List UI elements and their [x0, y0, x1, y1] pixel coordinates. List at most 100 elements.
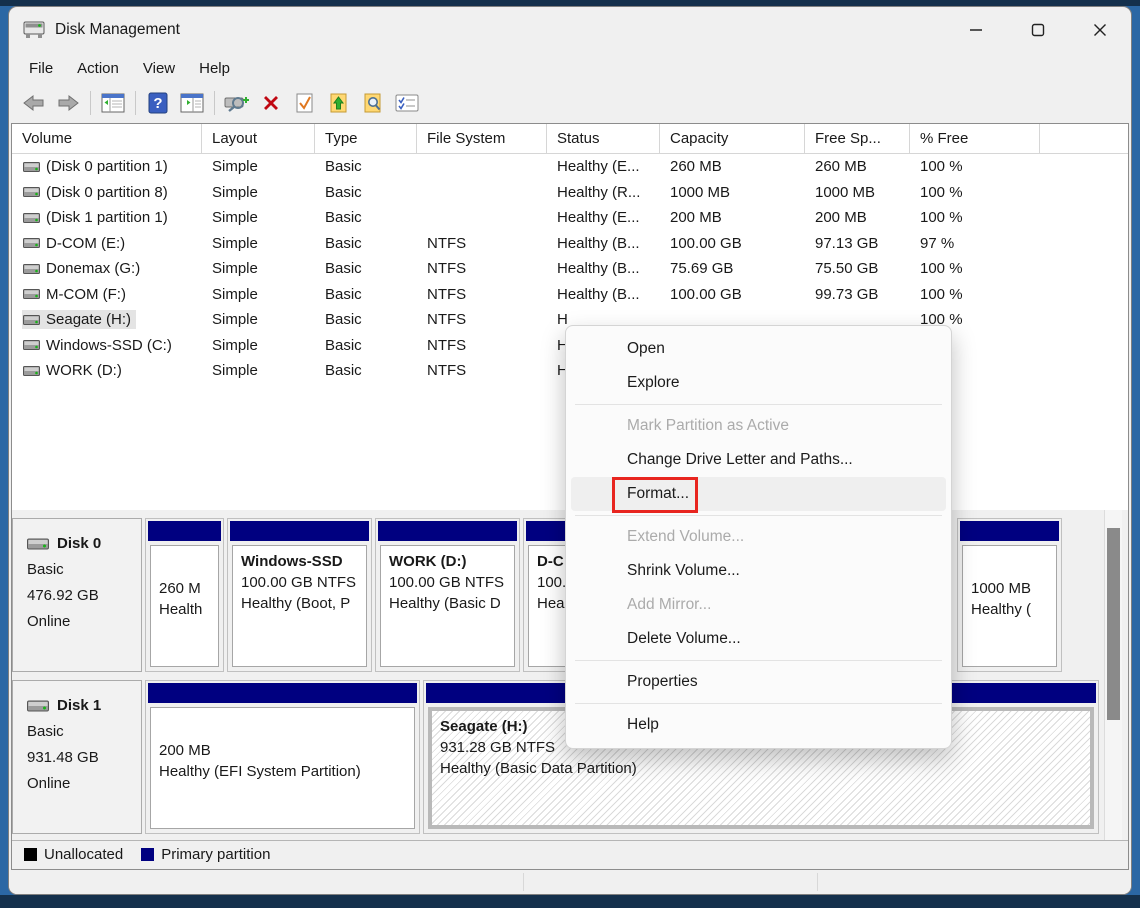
- scrollbar-thumb[interactable]: [1107, 528, 1120, 720]
- toolbar-action-pane-button[interactable]: [175, 88, 209, 118]
- volume-pct-free: 100 %: [910, 286, 1040, 303]
- drive-icon: [23, 237, 40, 249]
- volume-status: Healthy (B...: [547, 260, 660, 277]
- title-bar: Disk Management: [9, 7, 1131, 53]
- disk-status: Online: [27, 771, 141, 797]
- drive-icon: [23, 212, 40, 224]
- drive-icon: [23, 365, 40, 377]
- volume-status: Healthy (E...: [547, 209, 660, 226]
- partition-recovery-1000mb[interactable]: 1000 MB Healthy (: [957, 518, 1062, 672]
- toolbar-find-button[interactable]: [356, 88, 390, 118]
- context-menu-shrink-volume[interactable]: Shrink Volume...: [571, 554, 946, 588]
- volume-capacity: 200 MB: [660, 209, 805, 226]
- table-row[interactable]: (Disk 0 partition 8) Simple Basic Health…: [12, 180, 1128, 206]
- context-menu-help[interactable]: Help: [571, 708, 946, 742]
- context-menu-format[interactable]: Format...: [571, 477, 946, 511]
- drive-icon: [23, 161, 40, 173]
- volume-type: Basic: [315, 337, 417, 354]
- statusbar-divider: [817, 873, 818, 891]
- column-header-type[interactable]: Type: [315, 124, 417, 153]
- volume-file-system: NTFS: [417, 337, 547, 354]
- vertical-scrollbar[interactable]: [1104, 510, 1122, 840]
- volume-free-space: 97.13 GB: [805, 235, 910, 252]
- partition-size: 100.00 GB NTFS: [389, 572, 506, 593]
- context-menu-properties[interactable]: Properties: [571, 665, 946, 699]
- table-row[interactable]: Donemax (G:) Simple Basic NTFS Healthy (…: [12, 256, 1128, 282]
- disk-name: Disk 0: [57, 531, 101, 557]
- help-icon: ?: [148, 92, 168, 114]
- window-right-pane-icon: [180, 93, 204, 113]
- minimize-button[interactable]: [945, 7, 1007, 53]
- toolbar-export-button[interactable]: [322, 88, 356, 118]
- back-arrow-icon: [22, 93, 46, 113]
- volume-free-space: 1000 MB: [805, 184, 910, 201]
- svg-text:?: ?: [153, 95, 162, 112]
- context-menu-open[interactable]: Open: [571, 332, 946, 366]
- maximize-button[interactable]: [1007, 7, 1069, 53]
- table-row[interactable]: D-COM (E:) Simple Basic NTFS Healthy (B.…: [12, 231, 1128, 257]
- drive-icon: [23, 288, 40, 300]
- toolbar-forward-button[interactable]: [51, 88, 85, 118]
- disk-1-label[interactable]: Disk 1 Basic 931.48 GB Online: [12, 680, 142, 834]
- primary-partition-swatch: [141, 848, 154, 861]
- column-header-free-space[interactable]: Free Sp...: [805, 124, 910, 153]
- disk-name: Disk 1: [57, 693, 101, 719]
- table-row[interactable]: (Disk 1 partition 1) Simple Basic Health…: [12, 205, 1128, 231]
- column-header-pct-free[interactable]: % Free: [910, 124, 1040, 153]
- menu-view[interactable]: View: [131, 57, 187, 80]
- partition-work-d[interactable]: WORK (D:) 100.00 GB NTFS Healthy (Basic …: [375, 518, 520, 672]
- volume-status: Healthy (R...: [547, 184, 660, 201]
- partition-windows-ssd[interactable]: Windows-SSD 100.00 GB NTFS Healthy (Boot…: [227, 518, 372, 672]
- partition-size: 100.00 GB NTFS: [241, 572, 358, 593]
- partition-color-bar: [148, 683, 417, 703]
- volume-file-system: NTFS: [417, 311, 547, 328]
- toolbar-properties-button[interactable]: [390, 88, 424, 118]
- table-row[interactable]: M-COM (F:) Simple Basic NTFS Healthy (B.…: [12, 282, 1128, 308]
- volume-layout: Simple: [202, 158, 315, 175]
- partition-efi-200mb[interactable]: 200 MB Healthy (EFI System Partition): [145, 680, 420, 834]
- disk-kind: Basic: [27, 557, 141, 583]
- context-menu-change-drive-letter[interactable]: Change Drive Letter and Paths...: [571, 443, 946, 477]
- volume-status: Healthy (B...: [547, 286, 660, 303]
- volume-layout: Simple: [202, 286, 315, 303]
- menu-separator: [575, 660, 942, 661]
- column-header-file-system[interactable]: File System: [417, 124, 547, 153]
- toolbar-console-tree-button[interactable]: [96, 88, 130, 118]
- context-menu-extend-volume: Extend Volume...: [571, 520, 946, 554]
- toolbar-separator: [214, 91, 215, 115]
- menu-file[interactable]: File: [17, 57, 65, 80]
- volume-name: WORK (D:): [46, 362, 122, 379]
- table-row[interactable]: (Disk 0 partition 1) Simple Basic Health…: [12, 154, 1128, 180]
- column-header-filler: [1040, 124, 1128, 153]
- context-menu-explore[interactable]: Explore: [571, 366, 946, 400]
- toolbar-back-button[interactable]: [17, 88, 51, 118]
- close-button[interactable]: [1069, 7, 1131, 53]
- partition-status: Health: [159, 599, 210, 620]
- toolbar: ?: [9, 83, 1131, 123]
- toolbar-separator: [135, 91, 136, 115]
- partition-color-bar: [148, 521, 221, 541]
- toolbar-check-document-button[interactable]: [288, 88, 322, 118]
- drive-icon: [23, 186, 40, 198]
- column-header-status[interactable]: Status: [547, 124, 660, 153]
- disk-icon: [27, 537, 49, 551]
- disk-kind: Basic: [27, 719, 141, 745]
- volume-name: (Disk 0 partition 8): [46, 184, 168, 201]
- volume-status: Healthy (E...: [547, 158, 660, 175]
- disk-0-label[interactable]: Disk 0 Basic 476.92 GB Online: [12, 518, 142, 672]
- column-header-layout[interactable]: Layout: [202, 124, 315, 153]
- partition-efi-260mb[interactable]: 260 M Health: [145, 518, 224, 672]
- column-header-capacity[interactable]: Capacity: [660, 124, 805, 153]
- volume-type: Basic: [315, 362, 417, 379]
- disk-management-app-icon: [23, 21, 45, 39]
- column-header-volume[interactable]: Volume: [12, 124, 202, 153]
- volume-pct-free: 97 %: [910, 235, 1040, 252]
- toolbar-help-button[interactable]: ?: [141, 88, 175, 118]
- menu-help[interactable]: Help: [187, 57, 242, 80]
- toolbar-rescan-button[interactable]: [220, 88, 254, 118]
- context-menu-delete-volume[interactable]: Delete Volume...: [571, 622, 946, 656]
- minimize-icon: [969, 23, 983, 37]
- toolbar-delete-button[interactable]: [254, 88, 288, 118]
- partition-name: WORK (D:): [389, 551, 506, 572]
- menu-action[interactable]: Action: [65, 57, 131, 80]
